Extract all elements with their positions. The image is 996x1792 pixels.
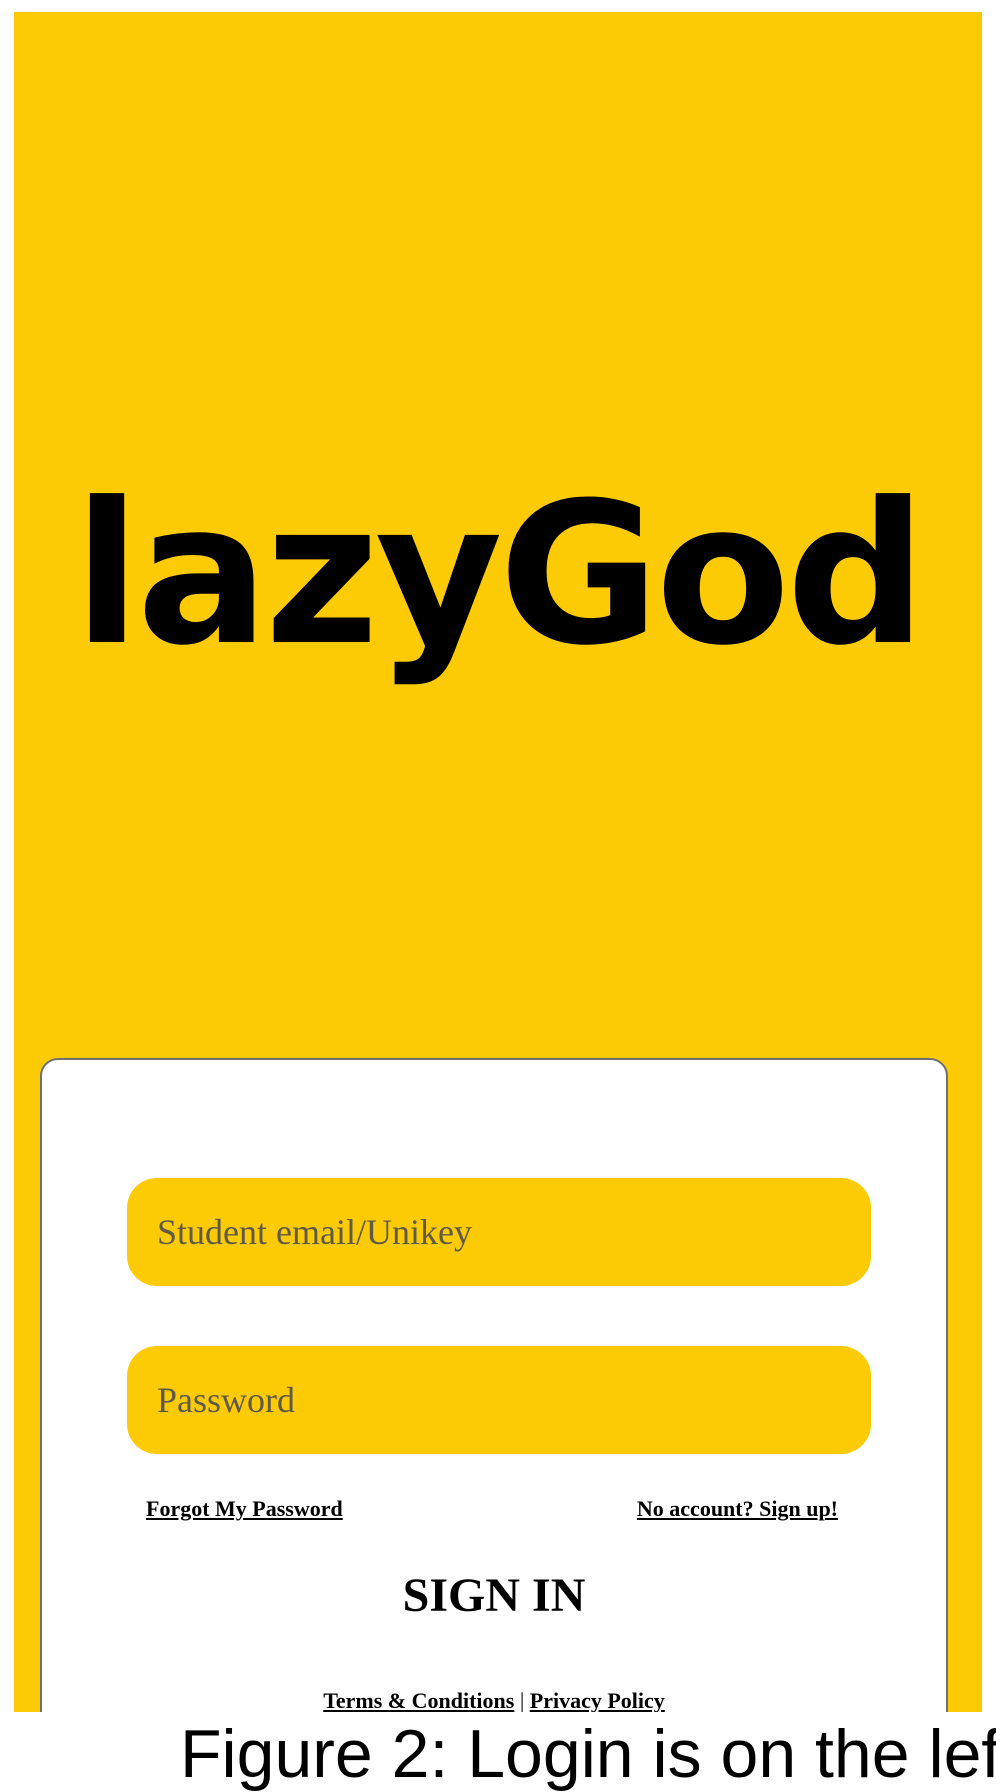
app-logo: lazyGod — [73, 461, 926, 689]
password-input[interactable] — [127, 1346, 871, 1454]
legal-separator: | — [519, 1688, 525, 1712]
app-screen: lazyGod Forgot My Password No account? S… — [14, 12, 982, 1712]
signup-link[interactable]: No account? Sign up! — [637, 1496, 838, 1522]
sign-in-button[interactable]: SIGN IN — [42, 1568, 946, 1623]
privacy-link[interactable]: Privacy Policy — [530, 1688, 665, 1712]
legal-links: Terms & Conditions | Privacy Policy — [42, 1688, 946, 1712]
email-input[interactable] — [127, 1178, 871, 1286]
login-card: Forgot My Password No account? Sign up! … — [40, 1058, 948, 1712]
forgot-password-link[interactable]: Forgot My Password — [146, 1496, 343, 1522]
terms-link[interactable]: Terms & Conditions — [323, 1688, 514, 1712]
